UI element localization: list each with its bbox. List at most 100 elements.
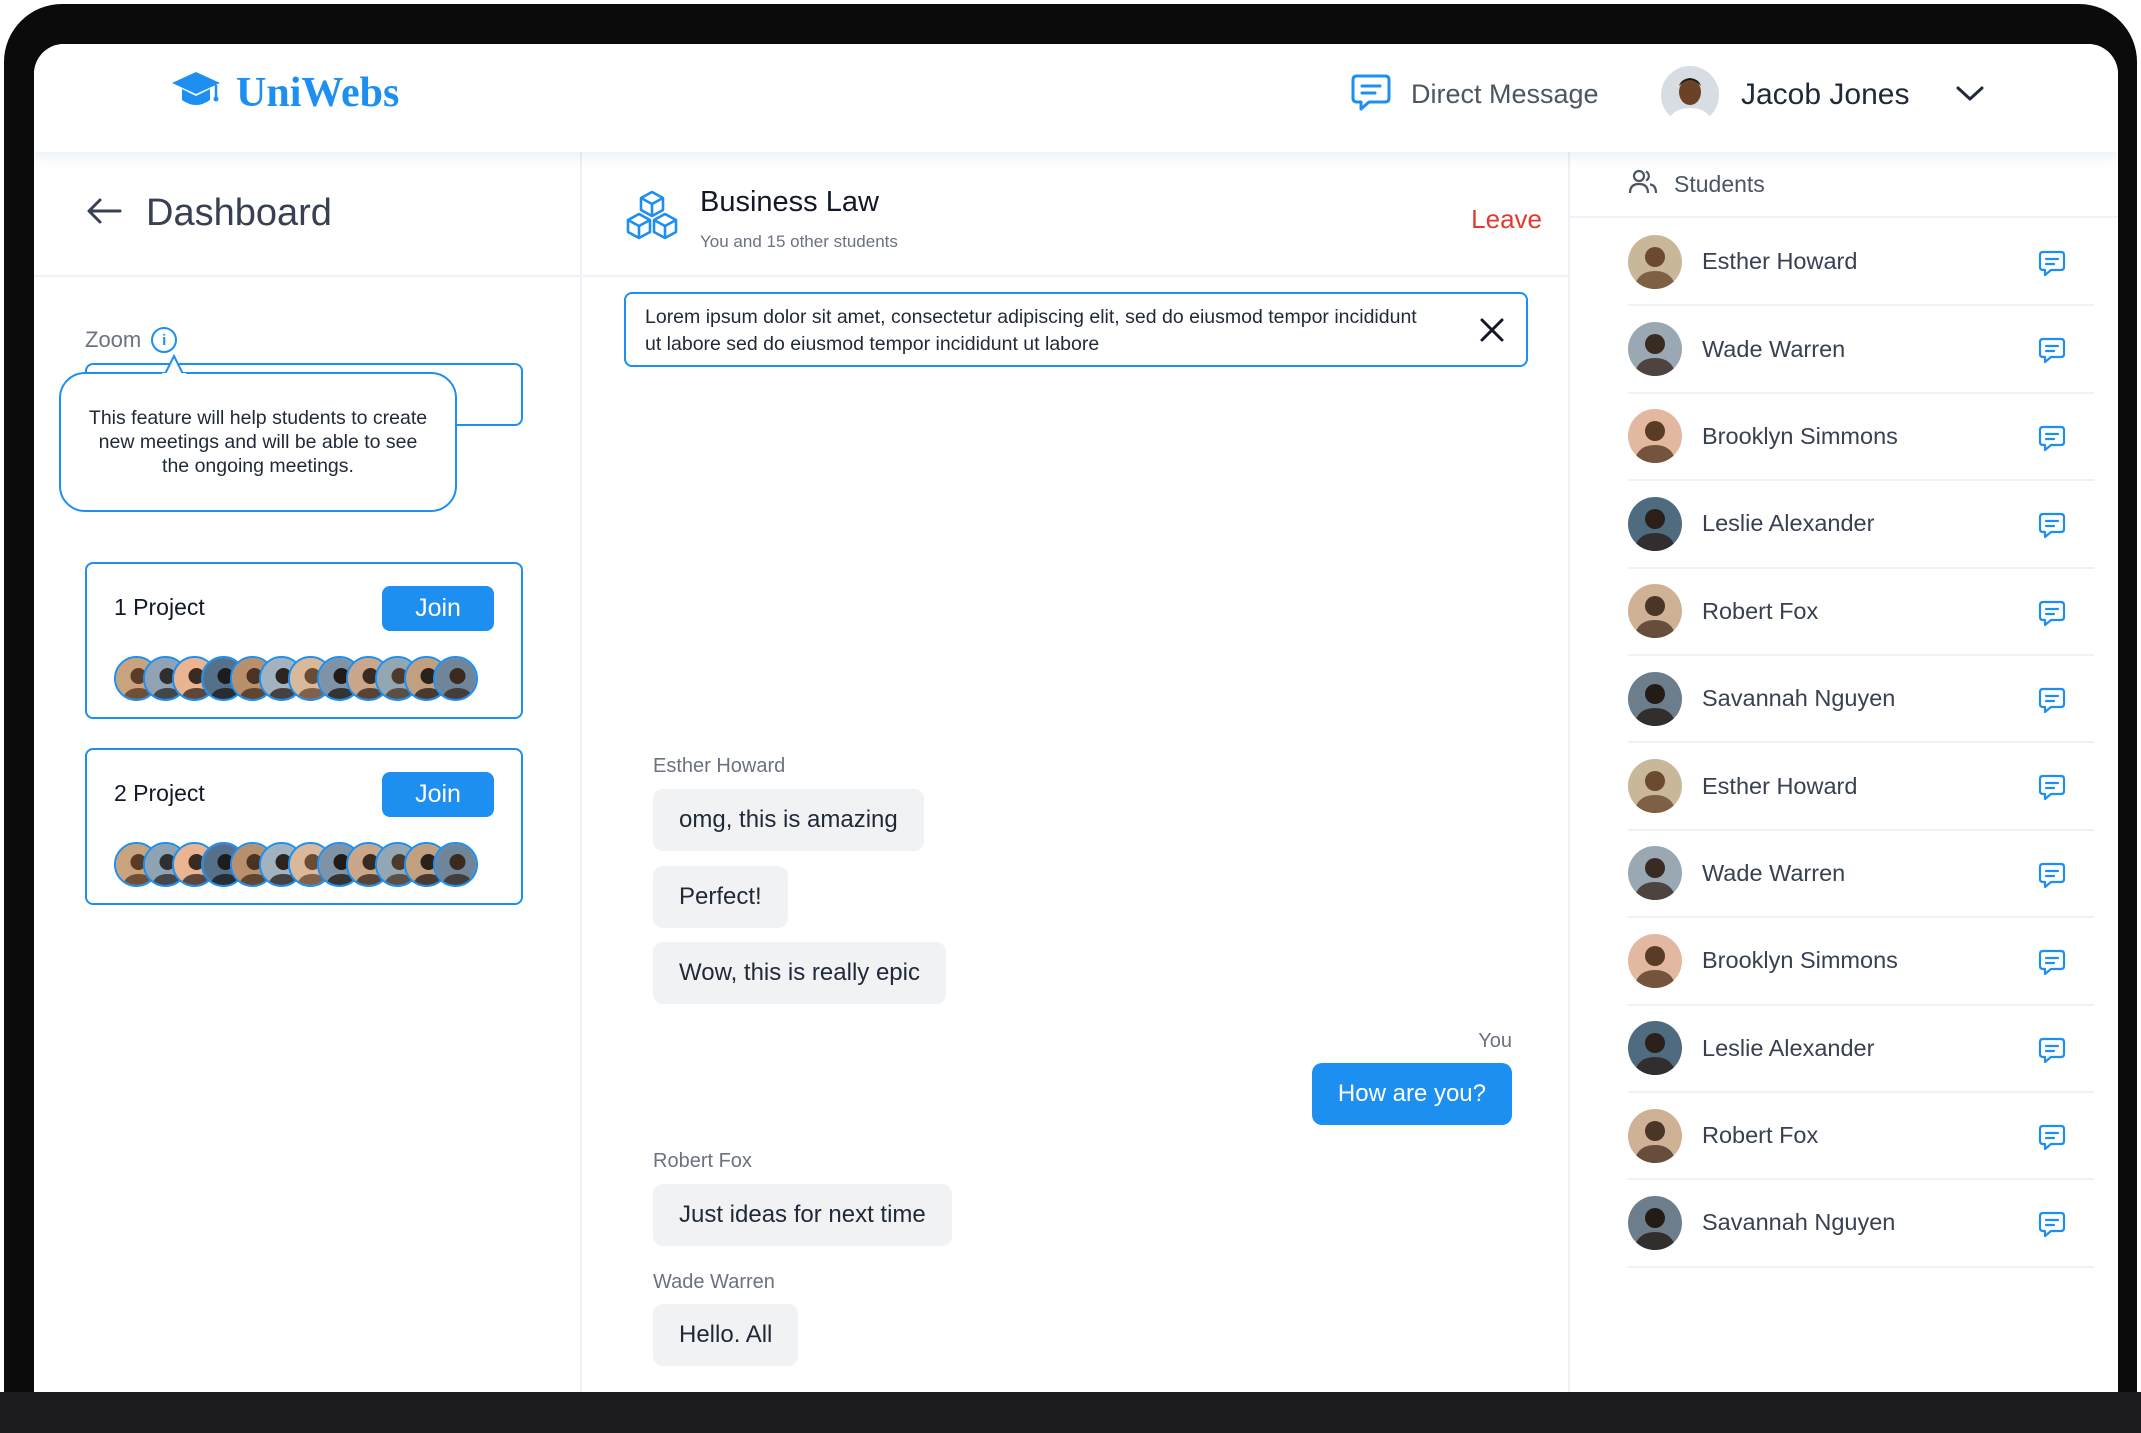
project-card[interactable]: 1 Project Join	[85, 562, 523, 719]
leave-button[interactable]: Leave	[1471, 204, 1542, 235]
message-bubble: Wow, this is really epic	[653, 942, 946, 1004]
chat-bubble-icon[interactable]	[2038, 861, 2066, 894]
laptop-base	[0, 1392, 2141, 1433]
direct-message-link[interactable]: Direct Message	[1349, 70, 1599, 119]
chat-bubble-icon[interactable]	[2038, 773, 2066, 806]
tooltip-arrow	[162, 354, 186, 376]
student-name: Brooklyn Simmons	[1702, 422, 1898, 449]
chat-bubble-icon[interactable]	[2038, 599, 2066, 632]
participant-avatars	[114, 656, 478, 701]
chat-bubble-icon[interactable]	[2038, 1210, 2066, 1243]
chat-bubble-icon[interactable]	[2038, 1036, 2066, 1069]
join-button[interactable]: Join	[382, 586, 494, 631]
message-bubble: Hello. All	[653, 1304, 799, 1366]
student-avatar	[1628, 234, 1682, 289]
student-row[interactable]: Esther Howard	[1628, 219, 2094, 307]
chat-header: Business Law You and 15 other students L…	[583, 152, 1568, 277]
message-bubble: Just ideas for next time	[653, 1184, 952, 1246]
student-name: Leslie Alexander	[1702, 510, 1875, 537]
logo[interactable]: UniWebs	[170, 68, 399, 117]
student-avatar	[1628, 409, 1682, 464]
dashboard-title: Dashboard	[146, 192, 332, 234]
users-icon	[1628, 168, 1658, 201]
participant-avatars	[114, 842, 478, 887]
user-name: Jacob Jones	[1741, 78, 1910, 111]
student-avatar	[1628, 496, 1682, 551]
student-row[interactable]: Savannah Nguyen	[1628, 1180, 2094, 1268]
notice-text: Lorem ipsum dolor sit amet, consectetur …	[645, 306, 1417, 355]
top-header: UniWebs Direct Message Jacob Jones	[34, 44, 2118, 152]
message-sender-you: You	[1478, 1030, 1512, 1052]
chat-panel: Business Law You and 15 other students L…	[583, 152, 1568, 1392]
message-sender: Robert Fox	[653, 1150, 752, 1172]
laptop-frame: UniWebs Direct Message Jacob Jones Dashb…	[0, 0, 2141, 1433]
student-avatar	[1628, 322, 1682, 377]
participant-avatar	[433, 842, 478, 887]
zoom-label-text: Zoom	[85, 327, 142, 352]
student-row[interactable]: Brooklyn Simmons	[1628, 918, 2094, 1006]
message-bubble: Perfect!	[653, 866, 788, 928]
student-name: Robert Fox	[1702, 1122, 1819, 1149]
students-title: Students	[1674, 170, 1765, 197]
student-row[interactable]: Esther Howard	[1628, 743, 2094, 831]
chat-bubble-icon[interactable]	[2038, 424, 2066, 457]
student-avatar	[1628, 671, 1682, 726]
student-row[interactable]: Wade Warren	[1628, 306, 2094, 394]
student-row[interactable]: Brooklyn Simmons	[1628, 394, 2094, 482]
my-message-bubble: How are you?	[1311, 1063, 1512, 1125]
students-list: Esther Howard Wade Warren Brooklyn Simmons…	[1628, 219, 2094, 1268]
notice-banner: Lorem ipsum dolor sit amet, consectetur …	[624, 292, 1528, 367]
chevron-down-icon[interactable]	[1955, 83, 1985, 108]
close-icon[interactable]	[1478, 316, 1506, 352]
student-row[interactable]: Wade Warren	[1628, 831, 2094, 919]
student-avatar	[1628, 584, 1682, 639]
student-row[interactable]: Leslie Alexander	[1628, 1006, 2094, 1093]
student-avatar	[1628, 1021, 1682, 1076]
student-row[interactable]: Leslie Alexander	[1628, 481, 2094, 569]
direct-message-label: Direct Message	[1411, 79, 1599, 109]
chat-bubble-icon[interactable]	[2038, 249, 2066, 282]
student-avatar	[1628, 759, 1682, 814]
user-menu[interactable]: Jacob Jones	[1661, 66, 1985, 124]
participant-avatar	[433, 656, 478, 701]
chat-title: Business Law	[700, 186, 879, 218]
student-avatar	[1628, 1108, 1682, 1163]
chat-bubble-icon[interactable]	[2038, 948, 2066, 981]
user-avatar	[1661, 66, 1719, 124]
student-avatar	[1628, 933, 1682, 988]
student-avatar	[1628, 1195, 1682, 1250]
left-panel: Dashboard Zoom i This feature will help …	[34, 152, 582, 1392]
project-card[interactable]: 2 Project Join	[85, 748, 523, 905]
chat-subtitle: You and 15 other students	[700, 232, 898, 251]
student-row[interactable]: Savannah Nguyen	[1628, 656, 2094, 744]
student-row[interactable]: Robert Fox	[1628, 1093, 2094, 1181]
chat-bubble-icon[interactable]	[2038, 686, 2066, 719]
zoom-tooltip: This feature will help students to creat…	[59, 372, 457, 512]
student-name: Savannah Nguyen	[1702, 685, 1896, 712]
chat-bubble-icon[interactable]	[2038, 511, 2066, 544]
student-name: Esther Howard	[1702, 772, 1858, 799]
chat-bubble-icon[interactable]	[2038, 336, 2066, 369]
message-sender: Esther Howard	[653, 755, 786, 777]
student-name: Esther Howard	[1702, 248, 1858, 275]
app-screen: UniWebs Direct Message Jacob Jones Dashb…	[34, 44, 2118, 1392]
student-name: Wade Warren	[1702, 859, 1846, 886]
student-name: Leslie Alexander	[1702, 1034, 1875, 1061]
student-name: Robert Fox	[1702, 597, 1819, 624]
student-name: Brooklyn Simmons	[1702, 947, 1898, 974]
arrow-left-icon	[86, 197, 122, 230]
back-to-dashboard[interactable]: Dashboard	[34, 152, 582, 277]
zoom-label: Zoom i	[85, 327, 178, 353]
cubes-icon	[624, 189, 680, 248]
info-icon[interactable]: i	[151, 327, 178, 353]
graduation-cap-icon	[170, 68, 222, 117]
student-avatar	[1628, 846, 1682, 901]
chat-bubble-icon[interactable]	[2038, 1123, 2066, 1156]
join-button[interactable]: Join	[382, 772, 494, 817]
students-panel: Students Esther Howard Wade Warren Brookly…	[1570, 152, 2118, 1392]
student-name: Savannah Nguyen	[1702, 1209, 1896, 1236]
student-name: Wade Warren	[1702, 335, 1846, 362]
student-row[interactable]: Robert Fox	[1628, 569, 2094, 656]
message-bubble: omg, this is amazing	[653, 789, 924, 851]
students-header: Students	[1570, 152, 2118, 218]
